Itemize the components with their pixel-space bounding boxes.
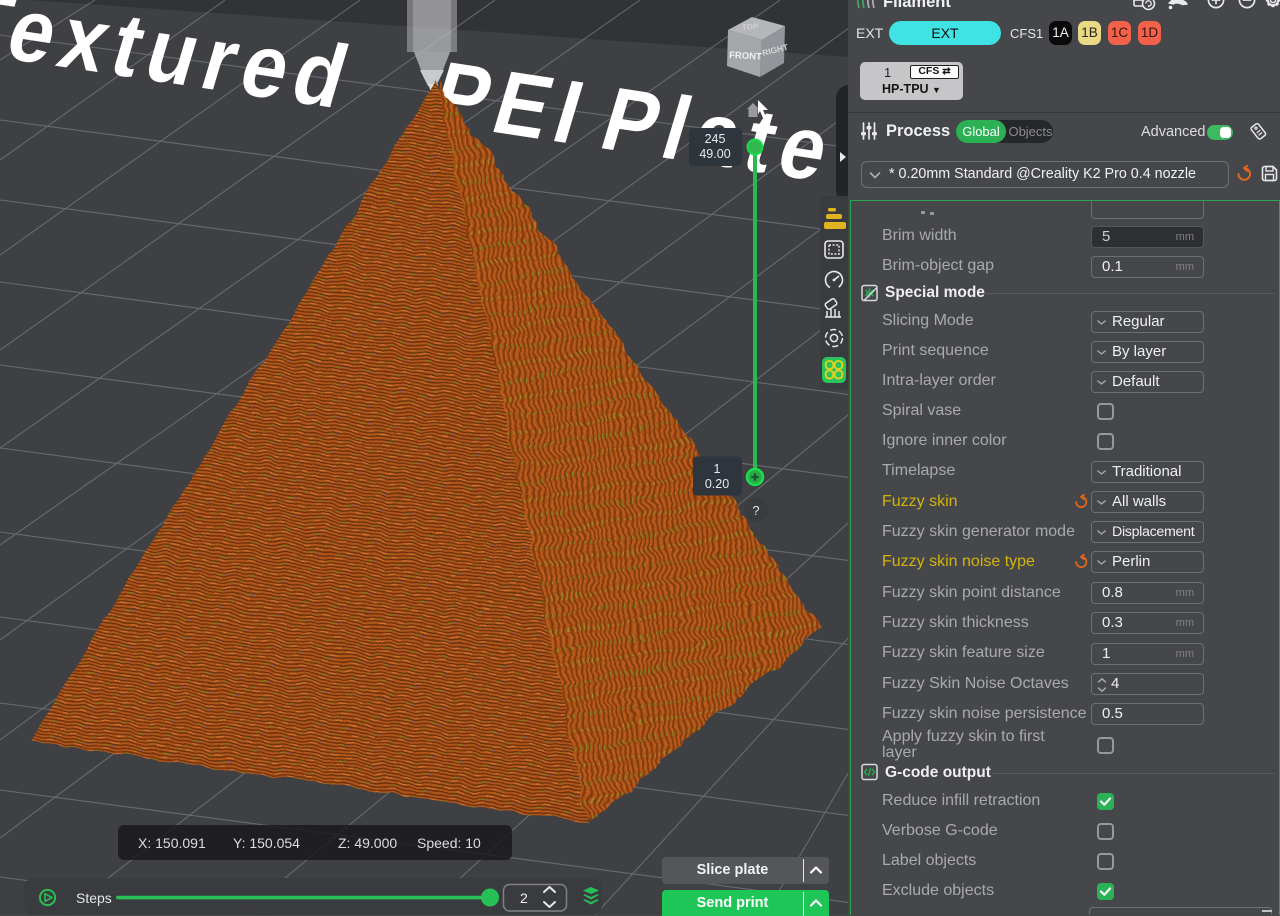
svg-text:2: 2 bbox=[520, 890, 528, 906]
svg-text:0.20: 0.20 bbox=[705, 477, 729, 491]
svg-text:Steps: Steps bbox=[76, 890, 112, 906]
svg-text:FRONT: FRONT bbox=[729, 50, 762, 63]
svg-text:1: 1 bbox=[714, 462, 721, 476]
svg-text:TOP: TOP bbox=[742, 22, 760, 32]
svg-text:245: 245 bbox=[705, 132, 726, 146]
svg-text:49.00: 49.00 bbox=[699, 147, 730, 161]
svg-text:?: ? bbox=[752, 503, 759, 518]
